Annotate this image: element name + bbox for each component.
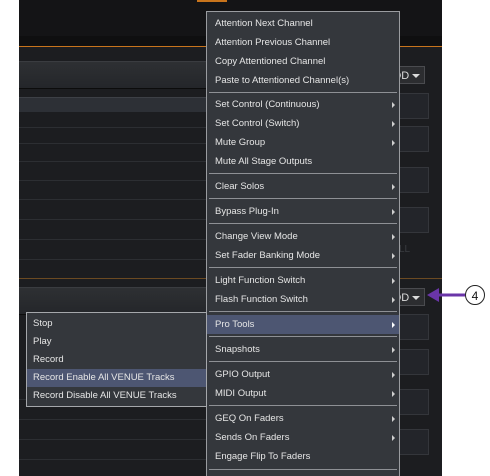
menu-item-change-view-mode[interactable]: Change View Mode	[207, 227, 399, 246]
menu-separator	[209, 92, 397, 93]
chevron-down-icon	[412, 74, 420, 78]
menu-item-label: Set Control (Continuous)	[215, 99, 320, 110]
menu-item-clear-solos[interactable]: Clear Solos	[207, 177, 399, 196]
menu-item-set-control-switch[interactable]: Set Control (Switch)	[207, 114, 399, 133]
menu-item-label: Copy Attentioned Channel	[215, 56, 326, 67]
menu-item-paste-attentioned[interactable]: Paste to Attentioned Channel(s)	[207, 71, 399, 90]
menu-item-label: Snapshots	[215, 344, 260, 355]
menu-item-set-fader-banking-mode[interactable]: Set Fader Banking Mode	[207, 246, 399, 265]
menu-item-set-control-continuous[interactable]: Set Control (Continuous)	[207, 95, 399, 114]
chevron-down-icon	[412, 296, 420, 300]
menu-item-label: Sends On Faders	[215, 432, 290, 443]
menu-item-label: Pro Tools	[215, 319, 255, 330]
callout-arrow-icon	[427, 288, 465, 302]
submenu-item-label: Record Enable All VENUE Tracks	[33, 372, 175, 383]
menu-item-label: Engage Flip To Faders	[215, 451, 311, 462]
submenu-arrow-icon	[392, 234, 395, 240]
menu-separator	[209, 361, 397, 362]
active-tab-indicator	[197, 0, 227, 2]
submenu-arrow-icon	[392, 184, 395, 190]
submenu-arrow-icon	[392, 121, 395, 127]
submenu-item-label: Record Disable All VENUE Tracks	[33, 390, 177, 401]
menu-item-mute-group[interactable]: Mute Group	[207, 133, 399, 152]
submenu-item-play[interactable]: Play	[27, 333, 206, 351]
menu-item-label: Mute All Stage Outputs	[215, 156, 313, 167]
menu-item-label: Flash Function Switch	[215, 294, 308, 305]
menu-item-label: Change View Mode	[215, 231, 298, 242]
submenu-arrow-icon	[392, 416, 395, 422]
menu-item-label: Mute Group	[215, 137, 266, 148]
submenu-arrow-icon	[392, 102, 395, 108]
menu-item-label: Set Control (Switch)	[215, 118, 300, 129]
menu-item-attention-next[interactable]: Attention Next Channel	[207, 14, 399, 33]
menu-item-bypass-plug-in[interactable]: Bypass Plug-In	[207, 202, 399, 221]
menu-item-label: MIDI Output	[215, 388, 267, 399]
submenu-item-record-disable-all[interactable]: Record Disable All VENUE Tracks	[27, 387, 206, 405]
menu-item-label: Clear Solos	[215, 181, 265, 192]
submenu-item-record[interactable]: Record	[27, 351, 206, 369]
submenu-item-label: Record	[33, 354, 64, 365]
submenu-arrow-icon	[392, 297, 395, 303]
menu-item-label: Bypass Plug-In	[215, 206, 279, 217]
submenu-arrow-icon	[392, 435, 395, 441]
menu-item-label: Attention Next Channel	[215, 18, 313, 29]
menu-item-light-function-switch[interactable]: Light Function Switch	[207, 271, 399, 290]
menu-separator	[209, 173, 397, 174]
pro-tools-submenu: Stop Play Record Record Enable All VENUE…	[26, 312, 207, 407]
menu-item-geq-on-faders[interactable]: GEQ On Faders	[207, 409, 399, 428]
menu-separator	[209, 311, 397, 312]
menu-item-label: GPIO Output	[215, 369, 270, 380]
menu-item-label: Paste to Attentioned Channel(s)	[215, 75, 350, 86]
submenu-item-label: Play	[33, 336, 52, 347]
submenu-arrow-icon	[392, 391, 395, 397]
menu-item-label: Light Function Switch	[215, 275, 306, 286]
menu-separator	[209, 267, 397, 268]
menu-separator	[209, 336, 397, 337]
submenu-arrow-icon	[392, 347, 395, 353]
submenu-item-stop[interactable]: Stop	[27, 315, 206, 333]
menu-item-gpio-output[interactable]: GPIO Output	[207, 365, 399, 384]
callout-number: 4	[465, 285, 485, 305]
submenu-item-label: Stop	[33, 318, 53, 329]
menu-item-engage-flip-to-faders[interactable]: Engage Flip To Faders	[207, 447, 399, 466]
app-window: ADD LL ADD Attention Next Channel Attent…	[19, 0, 442, 476]
menu-item-snapshots[interactable]: Snapshots	[207, 340, 399, 359]
submenu-item-record-enable-all[interactable]: Record Enable All VENUE Tracks	[27, 369, 206, 387]
menu-item-mute-all-stage-outputs[interactable]: Mute All Stage Outputs	[207, 152, 399, 171]
submenu-arrow-icon	[392, 140, 395, 146]
menu-item-attention-previous[interactable]: Attention Previous Channel	[207, 33, 399, 52]
menu-item-copy-attentioned[interactable]: Copy Attentioned Channel	[207, 52, 399, 71]
menu-separator	[209, 469, 397, 470]
menu-separator	[209, 223, 397, 224]
submenu-arrow-icon	[392, 209, 395, 215]
menu-item-label: Attention Previous Channel	[215, 37, 331, 48]
menu-item-sends-on-faders[interactable]: Sends On Faders	[207, 428, 399, 447]
context-menu: Attention Next Channel Attention Previou…	[206, 11, 400, 476]
menu-item-pro-tools[interactable]: Pro Tools	[207, 315, 399, 334]
submenu-arrow-icon	[392, 322, 395, 328]
menu-item-label: GEQ On Faders	[215, 413, 284, 424]
menu-separator	[209, 198, 397, 199]
submenu-arrow-icon	[392, 278, 395, 284]
menu-item-label: Set Fader Banking Mode	[215, 250, 321, 261]
submenu-arrow-icon	[392, 372, 395, 378]
menu-item-flash-function-switch[interactable]: Flash Function Switch	[207, 290, 399, 309]
submenu-arrow-icon	[392, 253, 395, 259]
menu-separator	[209, 405, 397, 406]
menu-item-midi-output[interactable]: MIDI Output	[207, 384, 399, 403]
ghost-label: LL	[399, 244, 411, 255]
